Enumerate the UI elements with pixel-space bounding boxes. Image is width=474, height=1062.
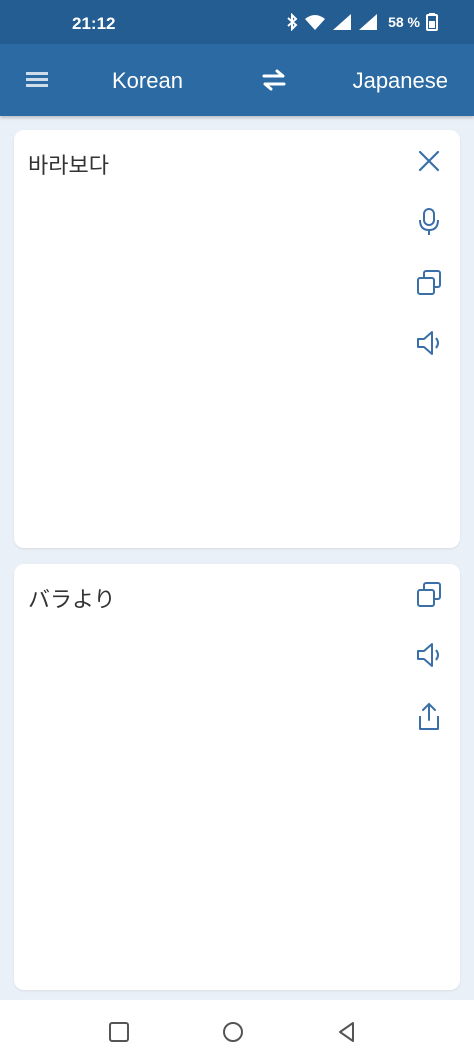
target-language-button[interactable]: Japanese [353,68,448,94]
swap-arrows-icon[interactable] [258,66,290,94]
menu-icon[interactable] [24,68,52,92]
wifi-icon [305,15,326,30]
signal-icon [333,14,352,30]
status-icons: 58 % [286,13,438,31]
battery-percent: 58 % [388,14,420,30]
app-bar: Korean Japanese [0,44,474,116]
copy-icon[interactable] [412,578,446,612]
system-nav-bar [0,1000,474,1062]
source-language-button[interactable]: Korean [112,68,183,94]
back-triangle-icon[interactable] [333,1018,361,1046]
speaker-icon[interactable] [412,326,446,360]
speaker-icon[interactable] [412,638,446,672]
home-circle-icon[interactable] [219,1018,247,1046]
input-text[interactable]: 바라보다 [28,148,109,180]
battery-icon [426,13,438,31]
output-card: バラより [14,564,460,990]
close-icon[interactable] [412,144,446,178]
copy-icon[interactable] [412,266,446,300]
output-text: バラより [28,588,116,613]
recents-square-icon[interactable] [105,1018,133,1046]
microphone-icon[interactable] [412,204,446,238]
bluetooth-icon [287,13,298,31]
status-time: 21:12 [72,14,116,33]
share-icon[interactable] [412,700,446,734]
status-bar: 21:12 58 % [0,0,474,44]
input-card: 바라보다 [14,130,460,548]
signal-icon [359,14,378,30]
